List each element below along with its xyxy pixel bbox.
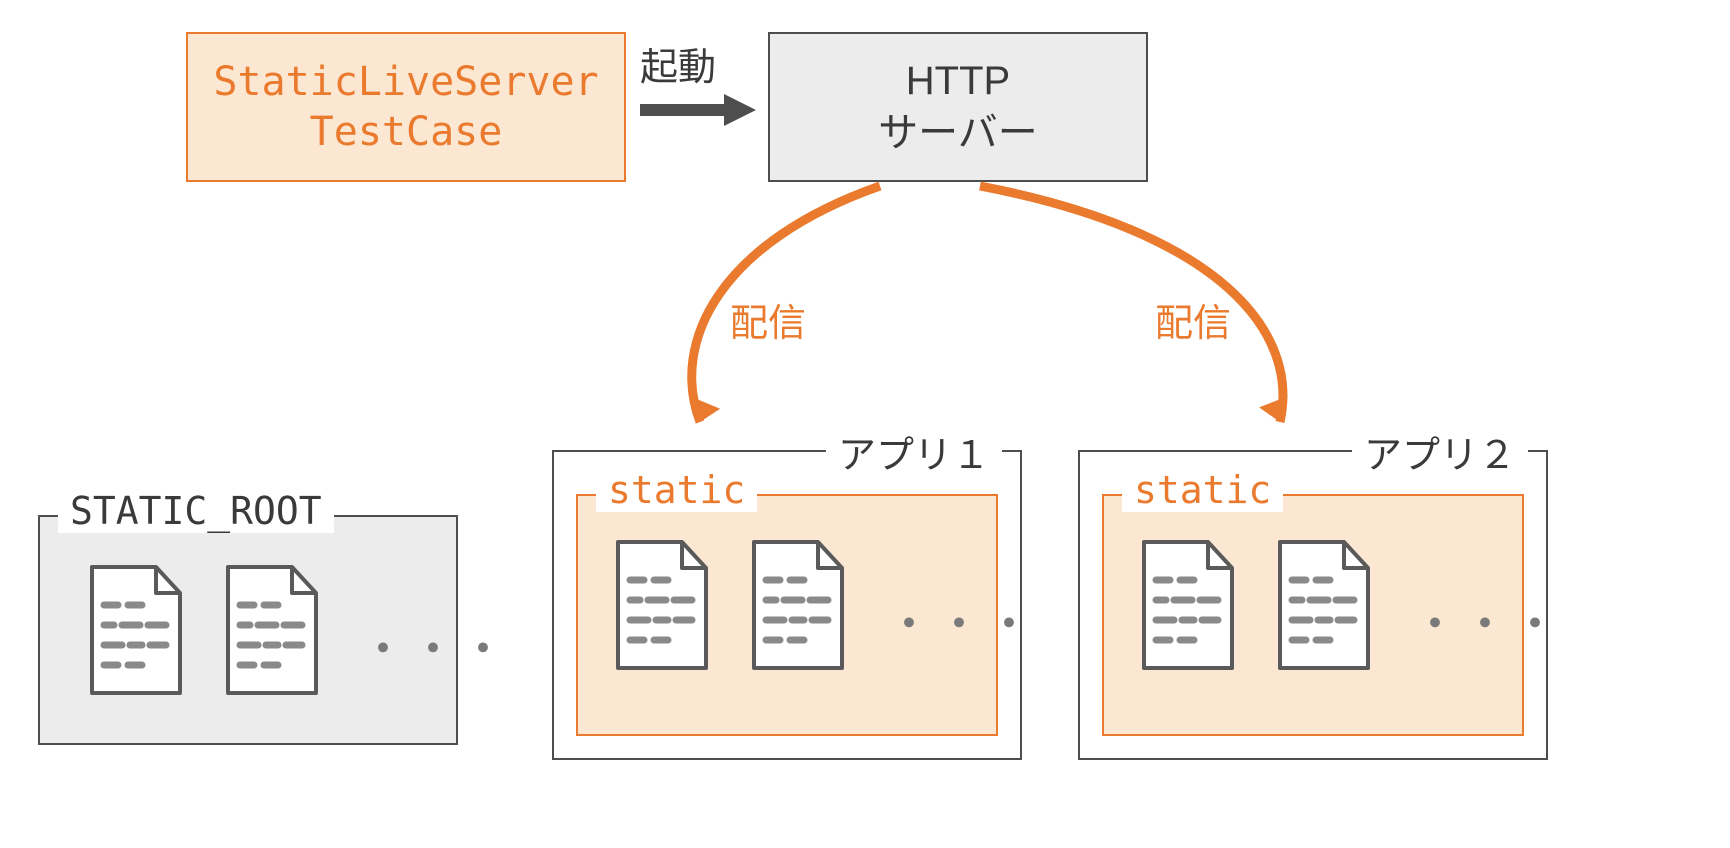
app1-static-box: static ・・・ [576,494,998,736]
server-line1: HTTP [906,55,1010,107]
ellipsis-label: ・・・ [886,588,1036,654]
file-icon [1268,536,1378,676]
app1-legend: アプリ１ [826,424,1002,479]
testcase-line1: StaticLiveServer [213,57,598,107]
ellipsis-label: ・・・ [360,613,510,679]
launch-label: 起動 [640,36,716,91]
app2-static-box: static ・・・ [1102,494,1524,736]
http-server-box: HTTP サーバー [768,32,1148,182]
app1-static-legend: static [596,468,757,512]
ellipsis-label: ・・・ [1412,588,1562,654]
deliver-arrow-app2-icon [960,182,1340,452]
app2-static-legend: static [1122,468,1283,512]
app2-box: アプリ２ static ・・・ [1078,450,1548,760]
testcase-line2: TestCase [310,107,503,157]
file-icon [606,536,716,676]
app1-box: アプリ１ static ・・・ [552,450,1022,760]
static-root-box: STATIC_ROOT ・・・ [38,515,458,745]
arrow-right-icon [636,90,756,130]
deliver-label-app1: 配信 [730,292,806,347]
app2-legend: アプリ２ [1352,424,1528,479]
testcase-box: StaticLiveServer TestCase [186,32,626,182]
deliver-label-app2: 配信 [1155,292,1231,347]
file-icon [1132,536,1242,676]
deliver-arrow-app1-icon [660,182,960,452]
static-root-legend: STATIC_ROOT [58,489,334,533]
file-icon [80,561,190,701]
server-line2: サーバー [878,107,1038,159]
file-icon [742,536,852,676]
file-icon [216,561,326,701]
